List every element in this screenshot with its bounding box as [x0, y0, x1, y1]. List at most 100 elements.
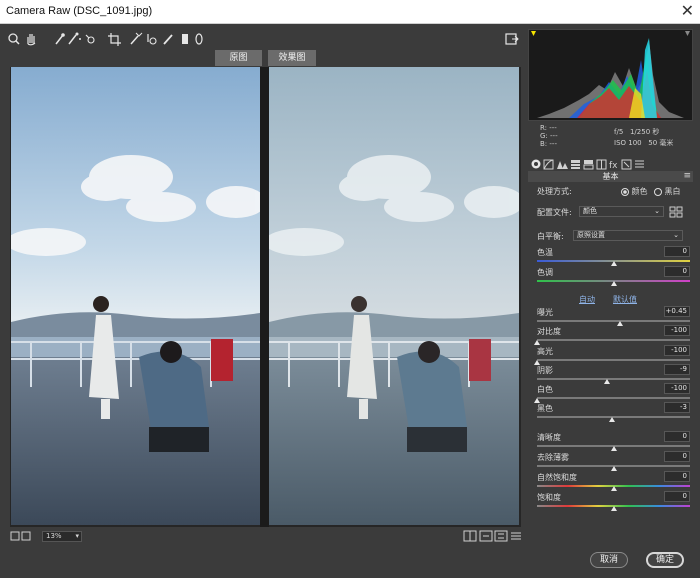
- tint-label: 色调: [537, 268, 553, 277]
- compare-toggle-icon[interactable]: [10, 531, 34, 542]
- chevron-down-icon: ⌄: [654, 207, 660, 215]
- default-link[interactable]: 默认值: [613, 294, 637, 305]
- adjustment-brush-tool-icon[interactable]: [163, 34, 173, 45]
- vibrance-value[interactable]: 0: [664, 471, 690, 482]
- zoom-level-select[interactable]: 13% ▾: [42, 531, 82, 542]
- exposure-value[interactable]: +0.45: [664, 306, 690, 317]
- color-sampler-tool-icon[interactable]: [68, 32, 81, 45]
- detail-icon[interactable]: [557, 161, 568, 169]
- panel-tabs: fx: [528, 157, 693, 171]
- split-divider: [260, 67, 269, 527]
- blacks-label: 黑色: [537, 404, 553, 413]
- view-tabs: 原图 效果图: [0, 50, 527, 67]
- whites-slider[interactable]: [537, 397, 690, 399]
- exposure-slider[interactable]: [537, 320, 690, 322]
- highlights-slider[interactable]: [537, 359, 690, 361]
- basic-panel-icon[interactable]: [531, 159, 541, 169]
- vibrance-slider-thumb[interactable]: [610, 486, 617, 491]
- treatment-color-label: 颜色: [631, 187, 648, 196]
- shadows-label: 阴影: [537, 366, 553, 375]
- shutter-speed: 1/250 秒: [629, 128, 660, 136]
- aperture: f/5: [614, 128, 624, 136]
- treatment-bw-radio[interactable]: 黑白: [654, 186, 681, 197]
- temp-value[interactable]: 0: [664, 246, 690, 257]
- treatment-bw-label: 黑白: [664, 187, 681, 196]
- dehaze-value[interactable]: 0: [664, 451, 690, 462]
- auto-link[interactable]: 自动: [579, 294, 595, 305]
- tab-after[interactable]: 效果图: [268, 50, 316, 66]
- red-eye-tool-icon[interactable]: [147, 34, 157, 45]
- graduated-filter-tool-icon[interactable]: [182, 34, 188, 44]
- r-label: R:: [540, 124, 548, 132]
- dehaze-label: 去除薄雾: [537, 453, 569, 462]
- shadows-value[interactable]: -9: [664, 364, 690, 375]
- tint-value[interactable]: 0: [664, 266, 690, 277]
- zoom-level-value: 13%: [46, 532, 62, 540]
- profile-browser-icon[interactable]: [669, 206, 683, 218]
- tone-curve-icon[interactable]: [543, 159, 554, 170]
- saturation-value[interactable]: 0: [664, 491, 690, 502]
- shadows-slider-thumb[interactable]: [604, 379, 611, 384]
- targeted-adjustment-tool-icon[interactable]: [85, 34, 95, 44]
- profile-label: 配置文件:: [537, 208, 572, 217]
- open-preferences-icon[interactable]: [505, 32, 519, 46]
- swap-settings-icon[interactable]: [479, 530, 493, 542]
- dehaze-slider-thumb[interactable]: [610, 466, 617, 471]
- contrast-slider[interactable]: [537, 339, 690, 341]
- split-toning-icon[interactable]: [583, 160, 594, 170]
- highlights-value[interactable]: -100: [664, 345, 690, 356]
- view-mode-icons: [463, 530, 521, 542]
- shadows-slider[interactable]: [537, 378, 690, 380]
- presets-icon[interactable]: [635, 160, 644, 168]
- white-balance-tool-icon[interactable]: [55, 33, 65, 45]
- iso: ISO 100: [614, 139, 642, 147]
- profile-select[interactable]: 颜色 ⌄: [579, 206, 664, 217]
- radial-filter-tool-icon[interactable]: [195, 33, 203, 45]
- blacks-slider-thumb[interactable]: [608, 417, 615, 422]
- whites-label: 白色: [537, 385, 553, 394]
- exposure-slider-thumb[interactable]: [616, 321, 623, 326]
- radio-selected-icon: [621, 187, 629, 196]
- b-value: ---: [549, 140, 557, 148]
- adjustment-panel: R: --- G: --- B: --- f/5 1/250 秒 ISO 100…: [527, 26, 694, 546]
- before-after-view-icon[interactable]: [463, 530, 477, 542]
- white-balance-value: 原照设置: [577, 231, 605, 239]
- tint-slider-thumb[interactable]: [610, 281, 617, 286]
- hsl-icon[interactable]: [571, 160, 580, 169]
- copy-settings-icon[interactable]: [494, 530, 508, 542]
- clarity-slider-thumb[interactable]: [610, 446, 617, 451]
- toolbar-icons: [8, 32, 203, 46]
- temp-slider-thumb[interactable]: [610, 261, 617, 266]
- white-balance-select[interactable]: 原照设置 ⌄: [573, 230, 683, 241]
- whites-value[interactable]: -100: [664, 383, 690, 394]
- clarity-value[interactable]: 0: [664, 431, 690, 442]
- temp-label: 色温: [537, 248, 553, 257]
- contrast-label: 对比度: [537, 327, 561, 336]
- shadow-clipping-icon[interactable]: [531, 31, 536, 36]
- camera-calibration-icon[interactable]: [621, 159, 632, 170]
- b-label: B:: [540, 140, 548, 148]
- window-title: Camera Raw (DSC_1091.jpg): [6, 5, 153, 17]
- close-icon[interactable]: ✕: [681, 1, 694, 20]
- saturation-slider-thumb[interactable]: [610, 506, 617, 511]
- effects-icon[interactable]: fx: [609, 161, 618, 171]
- spot-removal-tool-icon[interactable]: [130, 32, 143, 45]
- highlight-clipping-icon[interactable]: [685, 31, 690, 36]
- treatment-color-radio[interactable]: 颜色: [621, 186, 648, 197]
- toggle-settings-icon[interactable]: [511, 532, 521, 540]
- cancel-button[interactable]: 取消: [590, 552, 628, 568]
- zoom-tool-icon[interactable]: [8, 33, 20, 45]
- blacks-value[interactable]: -3: [664, 402, 690, 413]
- contrast-value[interactable]: -100: [664, 325, 690, 336]
- chevron-down-icon: ▾: [75, 532, 79, 540]
- crop-tool-icon[interactable]: [108, 33, 121, 46]
- contrast-slider-thumb[interactable]: [534, 340, 540, 345]
- hand-tool-icon[interactable]: [27, 34, 36, 46]
- highlights-label: 高光: [537, 347, 553, 356]
- panel-menu-icon[interactable]: ≡: [683, 171, 691, 181]
- saturation-label: 饱和度: [537, 493, 561, 502]
- tab-before[interactable]: 原图: [215, 50, 262, 66]
- lens-corrections-icon[interactable]: [596, 159, 607, 170]
- ok-button[interactable]: 确定: [646, 552, 684, 568]
- focal-length: 50 毫米: [648, 139, 674, 147]
